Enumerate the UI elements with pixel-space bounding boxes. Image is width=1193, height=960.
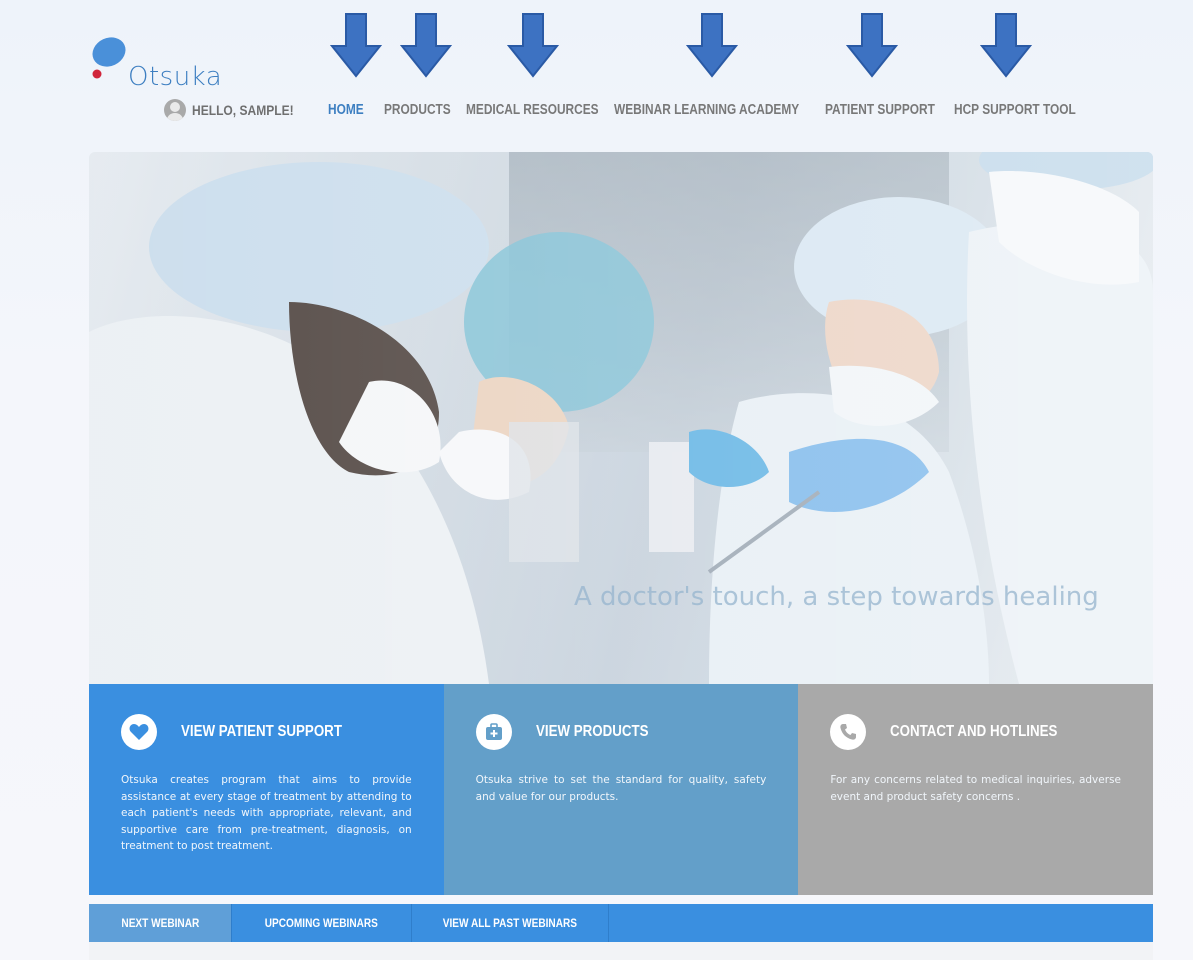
arrow-down-icon [980, 13, 1032, 78]
panel-description: Otsuka creates program that aims to prov… [121, 774, 412, 852]
arrow-down-icon [330, 13, 382, 78]
nav-item-products[interactable]: PRODUCTS [384, 99, 451, 121]
nav-item-patient-support[interactable]: PATIENT SUPPORT [825, 99, 935, 121]
patient-support-panel[interactable]: VIEW PATIENT SUPPORT Otsuka creates prog… [89, 684, 444, 895]
logo-mark-icon [92, 37, 126, 79]
hero-tagline: A doctor's touch, a step towards healing [574, 582, 1099, 612]
products-panel[interactable]: VIEW PRODUCTS Otsuka strive to set the s… [443, 684, 799, 895]
heart-icon [121, 714, 157, 750]
webinar-tabs: NEXT WEBINAR UPCOMING WEBINARS VIEW ALL … [89, 904, 1153, 942]
nav-item-hcp-support-tool[interactable]: HCP SUPPORT TOOL [954, 99, 1076, 121]
panel-title: VIEW PATIENT SUPPORT [181, 723, 342, 740]
medical-kit-icon [475, 714, 512, 750]
arrow-down-icon [686, 13, 738, 78]
panel-title: CONTACT AND HOTLINES [890, 723, 1058, 740]
nav-item-webinar-learning-academy[interactable]: WEBINAR LEARNING ACADEMY [614, 99, 799, 121]
nav-item-medical-resources[interactable]: MEDICAL RESOURCES [466, 99, 599, 121]
tab-upcoming-webinars[interactable]: UPCOMING WEBINARS [232, 904, 412, 942]
main-nav: HOME PRODUCTS MEDICAL RESOURCES WEBINAR … [0, 99, 1193, 121]
tab-view-all-past-webinars[interactable]: VIEW ALL PAST WEBINARS [412, 904, 609, 942]
webinar-content-area [89, 942, 1153, 960]
nav-item-home[interactable]: HOME [328, 99, 364, 121]
contact-hotlines-panel[interactable]: CONTACT AND HOTLINES For any concerns re… [798, 684, 1153, 895]
panel-description: For any concerns related to medical inqu… [830, 774, 1121, 803]
arrow-down-icon [846, 13, 898, 78]
tab-next-webinar[interactable]: NEXT WEBINAR [89, 904, 232, 942]
hero-banner: A doctor's touch, a step towards healing [89, 152, 1153, 684]
otsuka-logo[interactable]: Otsuka [88, 36, 228, 96]
brand-name: Otsuka [128, 62, 223, 92]
feature-panels: VIEW PATIENT SUPPORT Otsuka creates prog… [89, 684, 1153, 895]
panel-title: VIEW PRODUCTS [535, 723, 649, 740]
arrow-down-icon [507, 13, 559, 78]
arrow-down-icon [400, 13, 452, 78]
panel-description: Otsuka strive to set the standard for qu… [475, 774, 767, 803]
phone-icon [830, 714, 867, 750]
